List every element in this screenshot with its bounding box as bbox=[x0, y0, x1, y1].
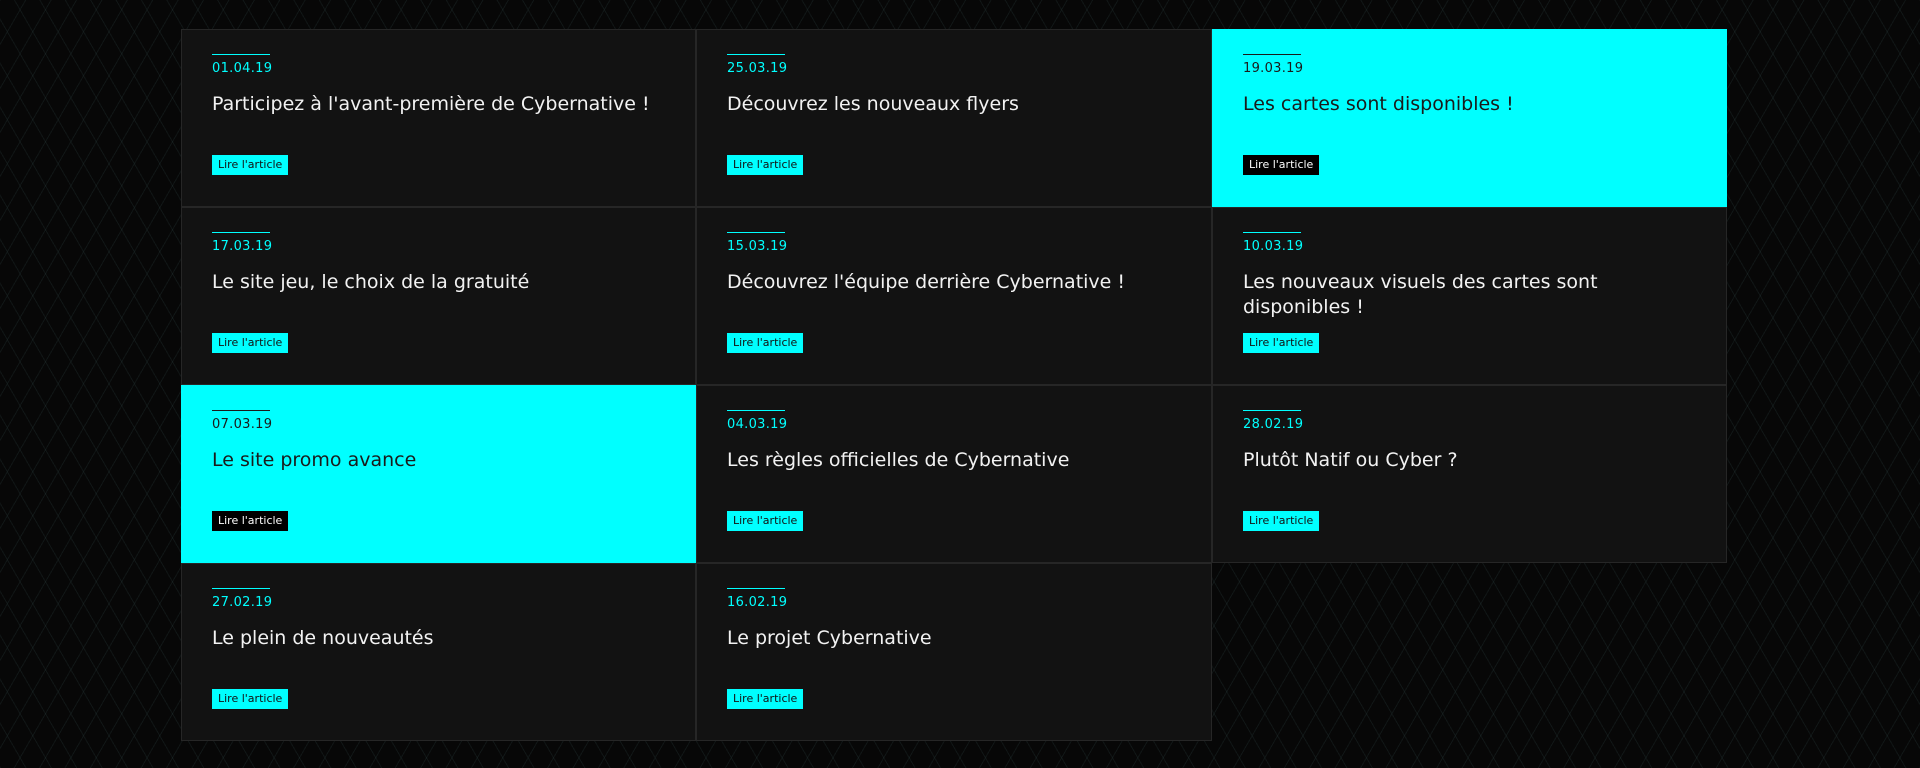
article-grid: 01.04.19 Participez à l'avant-première d… bbox=[181, 29, 1727, 741]
article-title[interactable]: Plutôt Natif ou Cyber ? bbox=[1243, 448, 1698, 473]
read-article-button[interactable]: Lire l'article bbox=[1243, 511, 1320, 531]
date-divider bbox=[1243, 54, 1301, 55]
date-divider bbox=[1243, 410, 1301, 411]
article-date: 16.02.19 bbox=[727, 595, 788, 610]
article-card[interactable]: 17.03.19 Le site jeu, le choix de la gra… bbox=[181, 207, 696, 385]
read-article-button[interactable]: Lire l'article bbox=[727, 511, 804, 531]
read-article-button[interactable]: Lire l'article bbox=[212, 511, 289, 531]
read-article-button[interactable]: Lire l'article bbox=[727, 689, 804, 709]
date-divider bbox=[1243, 232, 1301, 233]
date-divider bbox=[212, 232, 270, 233]
article-card[interactable]: 28.02.19 Plutôt Natif ou Cyber ? Lire l'… bbox=[1212, 385, 1727, 563]
article-date: 07.03.19 bbox=[212, 417, 273, 432]
date-divider bbox=[727, 410, 785, 411]
article-date: 10.03.19 bbox=[1243, 239, 1304, 254]
article-card[interactable]: 16.02.19 Le projet Cybernative Lire l'ar… bbox=[696, 563, 1212, 741]
date-divider bbox=[727, 54, 785, 55]
article-title[interactable]: Le projet Cybernative bbox=[727, 626, 1183, 651]
read-article-button[interactable]: Lire l'article bbox=[212, 689, 289, 709]
article-date: 17.03.19 bbox=[212, 239, 273, 254]
article-title[interactable]: Découvrez les nouveaux flyers bbox=[727, 92, 1183, 117]
article-title[interactable]: Les cartes sont disponibles ! bbox=[1243, 92, 1698, 117]
article-title[interactable]: Les nouveaux visuels des cartes sont dis… bbox=[1243, 270, 1698, 320]
date-divider bbox=[212, 588, 270, 589]
article-title[interactable]: Le plein de nouveautés bbox=[212, 626, 667, 651]
article-card[interactable]: 15.03.19 Découvrez l'équipe derrière Cyb… bbox=[696, 207, 1212, 385]
article-card[interactable]: 10.03.19 Les nouveaux visuels des cartes… bbox=[1212, 207, 1727, 385]
read-article-button[interactable]: Lire l'article bbox=[212, 155, 289, 175]
article-title[interactable]: Découvrez l'équipe derrière Cybernative … bbox=[727, 270, 1183, 295]
article-title[interactable]: Les règles officielles de Cybernative bbox=[727, 448, 1183, 473]
read-article-button[interactable]: Lire l'article bbox=[727, 155, 804, 175]
read-article-button[interactable]: Lire l'article bbox=[212, 333, 289, 353]
article-date: 27.02.19 bbox=[212, 595, 273, 610]
date-divider bbox=[212, 54, 270, 55]
date-divider bbox=[727, 232, 785, 233]
article-card-highlighted[interactable]: 19.03.19 Les cartes sont disponibles ! L… bbox=[1212, 29, 1727, 207]
article-date: 19.03.19 bbox=[1243, 61, 1304, 76]
article-card-highlighted[interactable]: 07.03.19 Le site promo avance Lire l'art… bbox=[181, 385, 696, 563]
article-date: 01.04.19 bbox=[212, 61, 273, 76]
article-date: 15.03.19 bbox=[727, 239, 788, 254]
article-date: 25.03.19 bbox=[727, 61, 788, 76]
article-date: 28.02.19 bbox=[1243, 417, 1304, 432]
read-article-button[interactable]: Lire l'article bbox=[1243, 333, 1320, 353]
date-divider bbox=[212, 410, 270, 411]
article-title[interactable]: Le site jeu, le choix de la gratuité bbox=[212, 270, 667, 295]
article-card[interactable]: 04.03.19 Les règles officielles de Cyber… bbox=[696, 385, 1212, 563]
article-card[interactable]: 01.04.19 Participez à l'avant-première d… bbox=[181, 29, 696, 207]
article-title[interactable]: Participez à l'avant-première de Cyberna… bbox=[212, 92, 667, 117]
article-card[interactable]: 27.02.19 Le plein de nouveautés Lire l'a… bbox=[181, 563, 696, 741]
article-title[interactable]: Le site promo avance bbox=[212, 448, 667, 473]
article-date: 04.03.19 bbox=[727, 417, 788, 432]
read-article-button[interactable]: Lire l'article bbox=[727, 333, 804, 353]
article-card[interactable]: 25.03.19 Découvrez les nouveaux flyers L… bbox=[696, 29, 1212, 207]
read-article-button[interactable]: Lire l'article bbox=[1243, 155, 1320, 175]
date-divider bbox=[727, 588, 785, 589]
